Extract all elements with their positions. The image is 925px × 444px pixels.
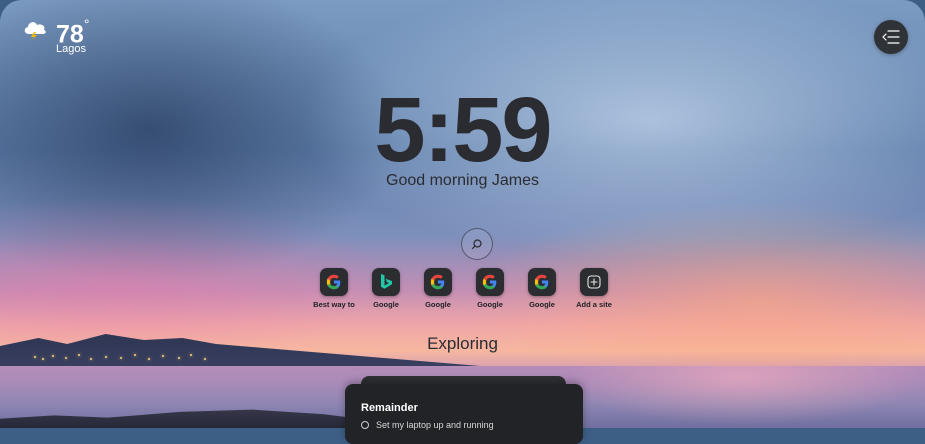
shortcut-label: Google [425,300,451,309]
reminder-task[interactable]: Set my laptop up and running [361,420,494,430]
cloud-lightning-icon [24,22,46,40]
shortcut-google[interactable]: Google [515,268,569,309]
menu-button[interactable] [874,20,908,54]
google-icon [482,274,497,290]
shortcut-add-site[interactable]: Add a site [567,268,621,309]
shortcut-best-way-to[interactable]: Best way to [307,268,361,309]
shortcut-tile[interactable] [320,268,348,296]
shortcut-label: Add a site [576,300,612,309]
add-site-icon [587,275,601,289]
shortcut-tile[interactable] [424,268,452,296]
shortcut-tile[interactable] [476,268,504,296]
collapse-menu-icon [882,30,900,44]
greeting: Good morning James [386,172,539,189]
reminder-card[interactable]: Remainder Set my laptop up and running [345,384,583,444]
shortcut-label: Google [373,300,399,309]
task-text: Set my laptop up and running [376,420,494,430]
shortcut-google[interactable]: Google [463,268,517,309]
clock-time: 5:59 [374,79,552,181]
google-icon [430,274,445,290]
search-icon [471,239,482,250]
bing-icon [381,274,392,289]
shortcut-tile[interactable] [528,268,556,296]
city-name: Lagos [56,43,86,55]
shortcut-label: Best way to [313,300,355,309]
shortcut-tile[interactable] [580,268,608,296]
google-icon [534,274,549,290]
shortcut-label: Google [529,300,555,309]
shortcut-google[interactable]: Google [411,268,465,309]
reminder-title: Remainder [361,402,418,414]
wallpaper [0,0,925,428]
google-icon [326,274,341,290]
search-button[interactable] [461,228,493,260]
sea-reflection [560,366,925,426]
shortcut-label: Google [477,300,503,309]
shortcut-bing[interactable]: Google [359,268,413,309]
section-title: Exploring [427,334,498,353]
shortcut-tile[interactable] [372,268,400,296]
